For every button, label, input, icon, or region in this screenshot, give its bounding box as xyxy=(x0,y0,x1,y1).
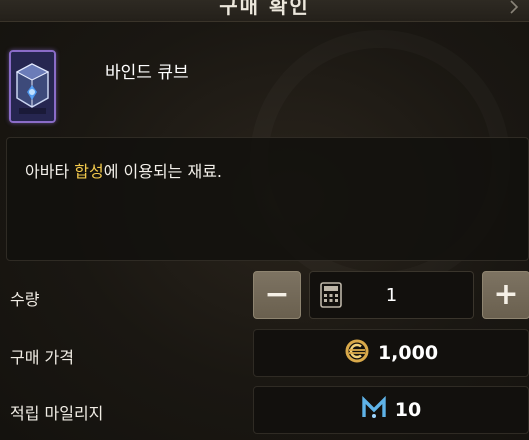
quantity-plus-button[interactable]: + xyxy=(482,271,529,319)
item-name: 바인드 큐브 xyxy=(105,63,189,83)
mileage-value: 10 xyxy=(394,399,422,421)
minus-icon: − xyxy=(264,277,290,312)
dialog-title: 구매 확인 xyxy=(219,0,310,18)
quantity-input[interactable]: 1 xyxy=(309,271,474,319)
price-display: 1,000 xyxy=(253,329,529,377)
bind-cube-icon xyxy=(9,50,56,123)
gold-coin-icon xyxy=(344,338,370,368)
chevron-right-icon[interactable] xyxy=(507,0,521,14)
plus-icon: + xyxy=(493,277,519,312)
description-suffix: 에 이용되는 재료. xyxy=(103,162,223,181)
description-highlight: 합성 xyxy=(74,162,104,181)
mileage-label: 적립 마일리지 xyxy=(10,404,104,423)
description-prefix: 아바타 xyxy=(25,162,75,181)
mileage-display: 10 xyxy=(253,386,529,434)
price-label: 구매 가격 xyxy=(10,348,74,367)
quantity-label: 수량 xyxy=(10,290,40,309)
quantity-value: 1 xyxy=(385,285,398,306)
item-description: 아바타 합성에 이용되는 재료. xyxy=(25,158,222,182)
price-value: 1,000 xyxy=(377,342,439,364)
mileage-m-icon xyxy=(361,395,387,424)
dialog-header: 구매 확인 xyxy=(0,0,529,22)
quantity-minus-button[interactable]: − xyxy=(253,271,301,319)
description-panel: 아바타 합성에 이용되는 재료. xyxy=(6,137,529,261)
